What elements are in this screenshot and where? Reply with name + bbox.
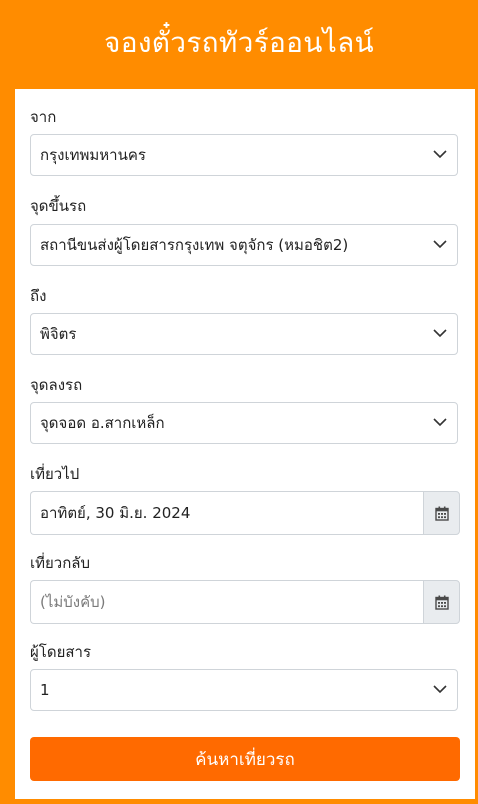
return-calendar-button[interactable] [423,580,460,624]
return-date-input[interactable]: (ไม่บังคับ) [30,580,423,624]
page-title: จองตั๋วรถทัวร์ออนไลน์ [104,25,374,59]
passengers-label: ผู้โดยสาร [30,643,92,661]
from-value: กรุงเทพมหานคร [40,146,146,164]
depart-calendar-button[interactable] [423,491,460,535]
to-select[interactable]: พิจิตร [30,313,458,355]
dropoff-value: จุดจอด อ.สากเหล็ก [40,414,165,432]
chevron-down-icon [433,240,447,249]
calendar-icon [434,595,449,610]
return-label: เที่ยวกลับ [30,554,91,572]
page-header: จองตั๋วรถทัวร์ออนไลน์ [0,0,478,89]
chevron-down-icon [433,685,447,694]
from-select[interactable]: กรุงเทพมหานคร [30,134,458,176]
to-value: พิจิตร [40,325,77,343]
dropoff-select[interactable]: จุดจอด อ.สากเหล็ก [30,402,458,444]
depart-label: เที่ยวไป [30,465,80,483]
search-trips-button[interactable]: ค้นหาเที่ยวรถ [30,737,460,781]
passengers-value: 1 [40,681,50,699]
pickup-select[interactable]: สถานีขนส่งผู้โดยสารกรุงเทพ จตุจักร (หมอช… [30,224,458,266]
calendar-icon [434,506,449,521]
pickup-label: จุดขึ้นรถ [30,197,87,215]
chevron-down-icon [433,329,447,338]
depart-date-field: อาทิตย์, 30 มิ.ย. 2024 [30,491,460,535]
booking-form: จาก กรุงเทพมหานคร จุดขึ้นรถ สถานีขนส่งผู… [15,89,475,799]
chevron-down-icon [433,418,447,427]
to-label: ถึง [30,287,47,305]
chevron-down-icon [433,150,447,159]
return-date-field: (ไม่บังคับ) [30,580,460,624]
depart-date-input[interactable]: อาทิตย์, 30 มิ.ย. 2024 [30,491,423,535]
from-label: จาก [30,108,57,126]
pickup-value: สถานีขนส่งผู้โดยสารกรุงเทพ จตุจักร (หมอช… [40,236,349,254]
passengers-select[interactable]: 1 [30,669,458,711]
dropoff-label: จุดลงรถ [30,376,83,394]
